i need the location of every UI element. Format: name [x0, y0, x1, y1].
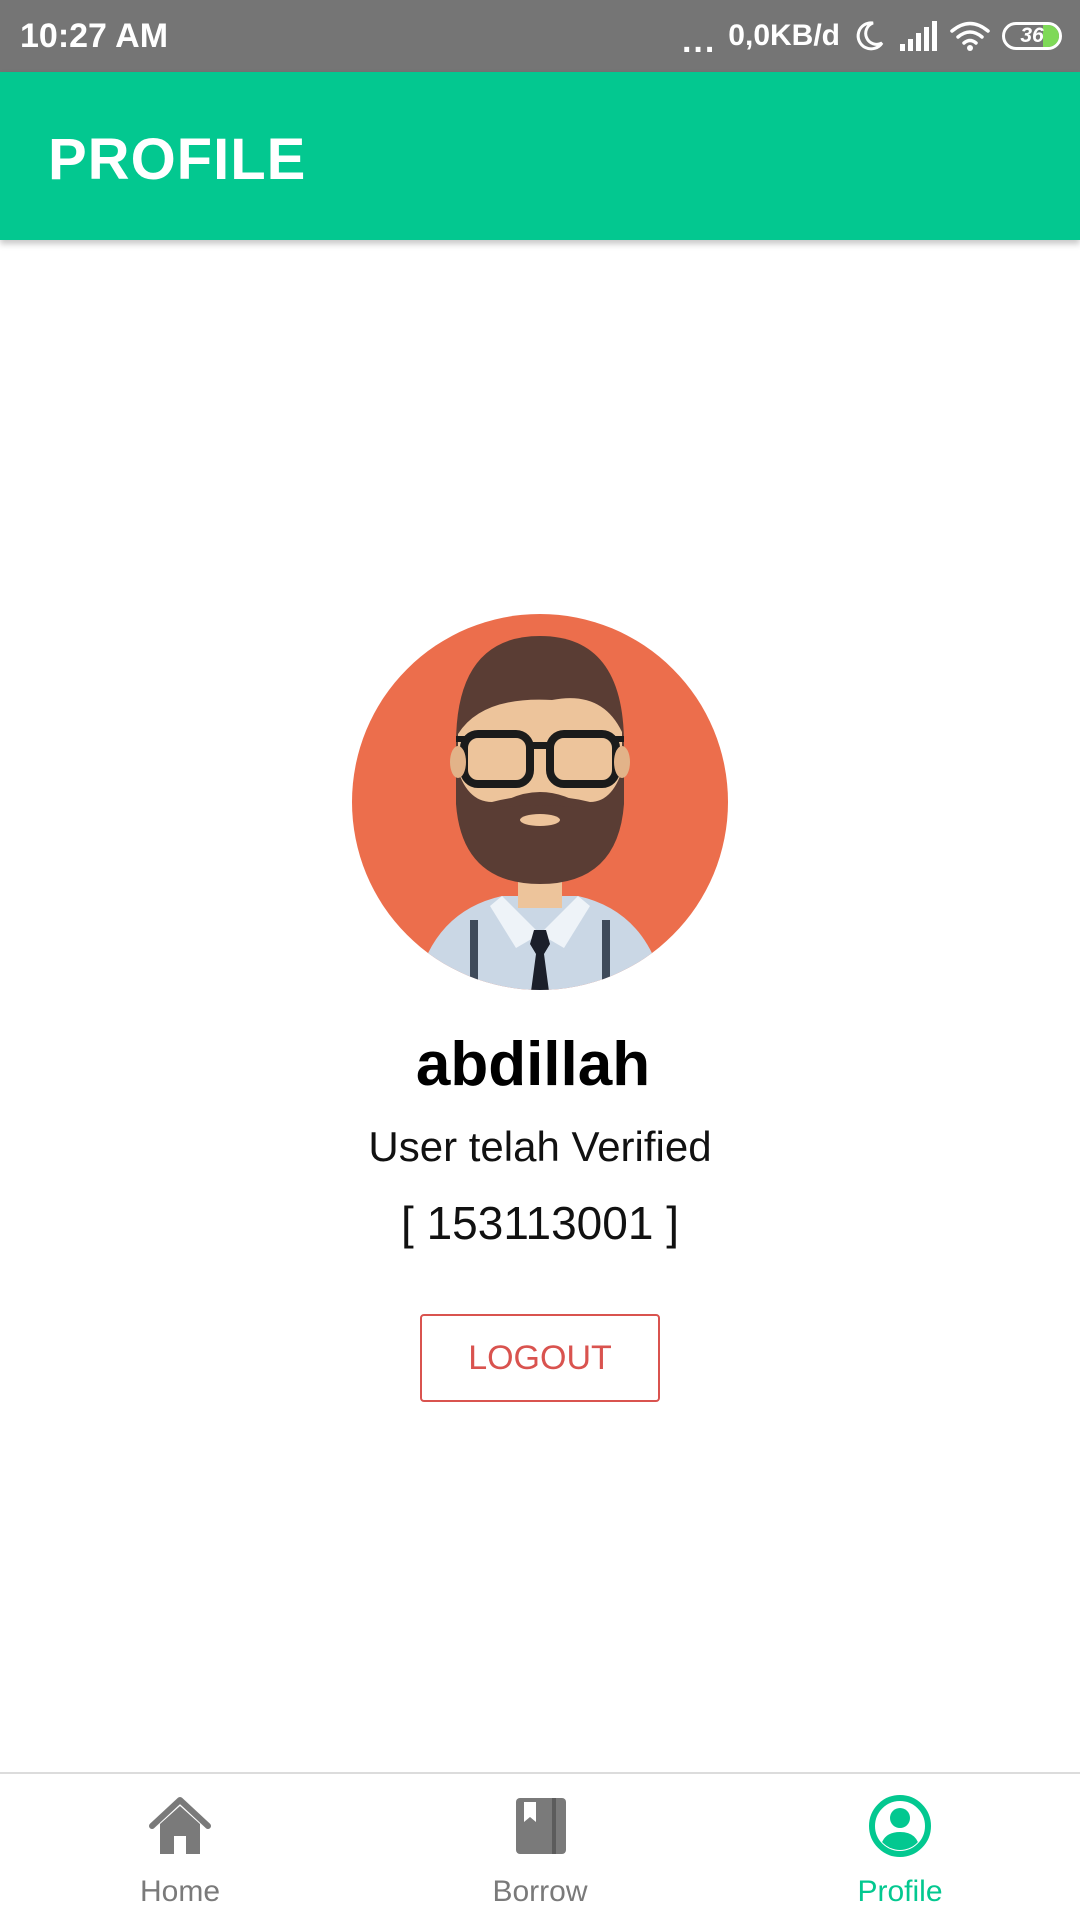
moon-icon: [856, 21, 884, 51]
logout-button[interactable]: LOGOUT: [420, 1314, 660, 1402]
battery-level: 36: [1020, 24, 1044, 47]
nav-label-profile: Profile: [857, 1875, 943, 1908]
bearded-man-avatar-icon: [352, 614, 728, 990]
nav-label-home: Home: [139, 1875, 221, 1908]
status-time: 10:27 AM: [20, 17, 169, 55]
nav-item-home[interactable]: Home: [0, 1774, 360, 1920]
page-title: PROFILE: [48, 127, 307, 192]
status-dots: ...: [681, 22, 717, 60]
battery-fill: [1042, 25, 1059, 47]
network-speed: 0,0KB/d: [728, 19, 840, 52]
nav-item-borrow[interactable]: Borrow: [360, 1774, 720, 1920]
status-bar: 10:27 AM ... 0,0KB/d 36: [0, 0, 1080, 72]
user-name: abdillah: [415, 1030, 651, 1099]
app-bar: PROFILE: [0, 72, 1080, 240]
nav-item-profile[interactable]: Profile: [720, 1774, 1080, 1920]
profile-icon: [869, 1795, 931, 1857]
home-icon: [149, 1797, 211, 1854]
profile-screen: 10:27 AM ... 0,0KB/d 36 PROFILE abdillah…: [0, 0, 1080, 1920]
avatar: [352, 614, 728, 990]
book-icon: [516, 1798, 566, 1854]
wifi-icon: [950, 21, 990, 51]
nav-label-borrow: Borrow: [492, 1875, 588, 1908]
status-icons: ... 0,0KB/d 36: [682, 14, 1062, 58]
signal-icon: [900, 21, 937, 51]
user-id: [ 153113001 ]: [401, 1197, 679, 1249]
verification-status: User telah Verified: [368, 1123, 712, 1170]
battery-icon: 36: [1002, 22, 1062, 50]
bottom-navigation: Home Borrow Profile: [0, 1772, 1080, 1920]
